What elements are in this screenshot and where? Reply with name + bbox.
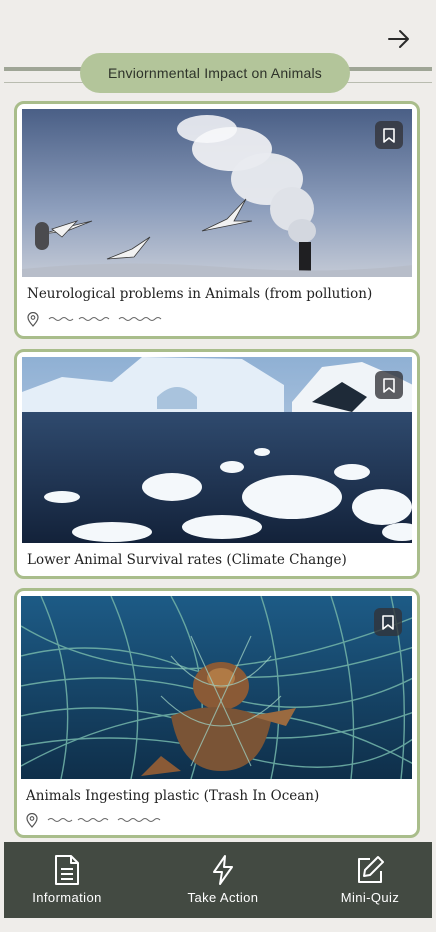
card-title: Lower Animal Survival rates (Climate Cha… — [27, 552, 347, 568]
card-title: Animals Ingesting plastic (Trash In Ocea… — [26, 788, 320, 804]
page-title: Enviornmental Impact on Animals — [80, 53, 350, 93]
arrow-right-icon[interactable] — [384, 24, 414, 54]
card-location — [26, 812, 164, 828]
card-image — [22, 357, 412, 543]
nav-label: Mini-Quiz — [340, 890, 400, 905]
article-card[interactable]: Animals Ingesting plastic (Trash In Ocea… — [14, 588, 420, 838]
card-image — [22, 109, 412, 277]
nav-label: Take Action — [187, 890, 259, 905]
placeholder-text — [48, 317, 162, 321]
bookmark-icon[interactable] — [375, 371, 403, 399]
nav-information[interactable]: Information — [7, 842, 127, 918]
card-location — [27, 311, 165, 327]
nav-mini-quiz[interactable]: Mini-Quiz — [310, 842, 430, 918]
lightning-icon — [213, 855, 233, 885]
location-pin-icon — [27, 311, 39, 327]
document-icon — [55, 855, 79, 885]
top-bar: Enviornmental Impact on Animals — [0, 0, 436, 96]
bookmark-icon[interactable] — [374, 608, 402, 636]
bookmark-icon[interactable] — [375, 121, 403, 149]
card-image — [21, 596, 412, 779]
article-card[interactable]: Neurological problems in Animals (from p… — [14, 101, 420, 339]
edit-icon — [358, 856, 384, 883]
card-title: Neurological problems in Animals (from p… — [27, 286, 373, 302]
article-card[interactable]: Lower Animal Survival rates (Climate Cha… — [14, 349, 420, 579]
nav-take-action[interactable]: Take Action — [163, 842, 283, 918]
nav-label: Information — [32, 890, 102, 905]
bottom-nav: Information Take Action Mini-Quiz — [4, 842, 432, 918]
location-pin-icon — [26, 812, 38, 828]
bottom-strip — [4, 918, 432, 932]
placeholder-text — [47, 818, 161, 822]
